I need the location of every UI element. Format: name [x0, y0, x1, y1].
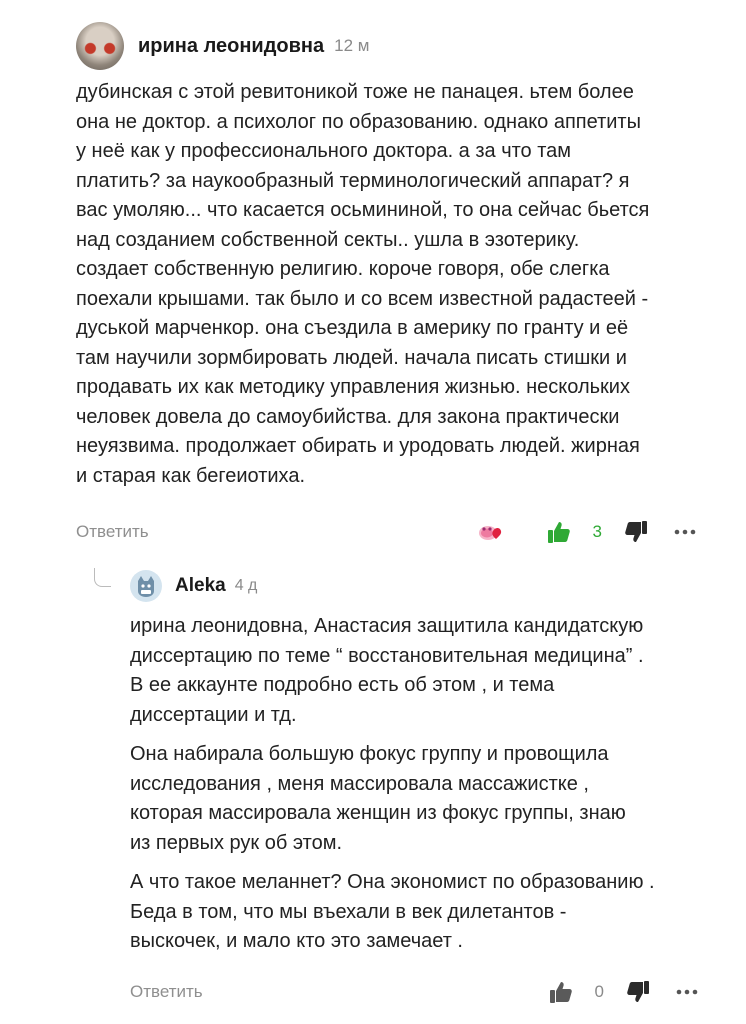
thumb-down-icon[interactable] [624, 520, 648, 544]
comment-header: ирина леонидовна 12 м [76, 18, 716, 74]
like-count: 0 [594, 982, 604, 1001]
avatar[interactable] [76, 22, 124, 70]
reply-text: ирина леонидовна, Анастасия защитила кан… [130, 612, 710, 967]
reaction-icon[interactable] [477, 521, 507, 543]
thumb-up-icon[interactable] [547, 520, 571, 544]
avatar[interactable] [130, 570, 162, 602]
reply-time: 4 д [234, 577, 258, 594]
reply-button[interactable]: Ответить [76, 522, 149, 542]
thread-line [94, 568, 111, 587]
reply-actions: Ответить 0 [130, 975, 698, 1009]
reply-button[interactable]: Ответить [130, 982, 203, 1002]
author-name[interactable]: Aleka [175, 575, 226, 597]
thumb-down-icon[interactable] [626, 980, 650, 1004]
reply-header: Aleka 4 д [130, 568, 257, 604]
reply-paragraph: Она набирала большую фокус группу и пров… [130, 743, 626, 854]
more-icon[interactable] [676, 989, 698, 995]
like-count: 3 [592, 522, 602, 541]
reply-paragraph: ирина леонидовна, Анастасия защитила кан… [130, 615, 644, 726]
comment-text: дубинская с этой ревитоникой тоже не пан… [76, 81, 650, 487]
author-name[interactable]: ирина леонидовна [138, 35, 324, 58]
comment-time: 12 м [334, 36, 370, 55]
reply-paragraph: А что такое меланнет? Она экономист по о… [130, 871, 655, 952]
comment-actions: Ответить 3 [76, 515, 696, 549]
comment: ирина леонидовна 12 м дубинская с этой р… [76, 18, 716, 491]
more-icon[interactable] [674, 529, 696, 535]
thumb-up-icon[interactable] [549, 980, 573, 1004]
